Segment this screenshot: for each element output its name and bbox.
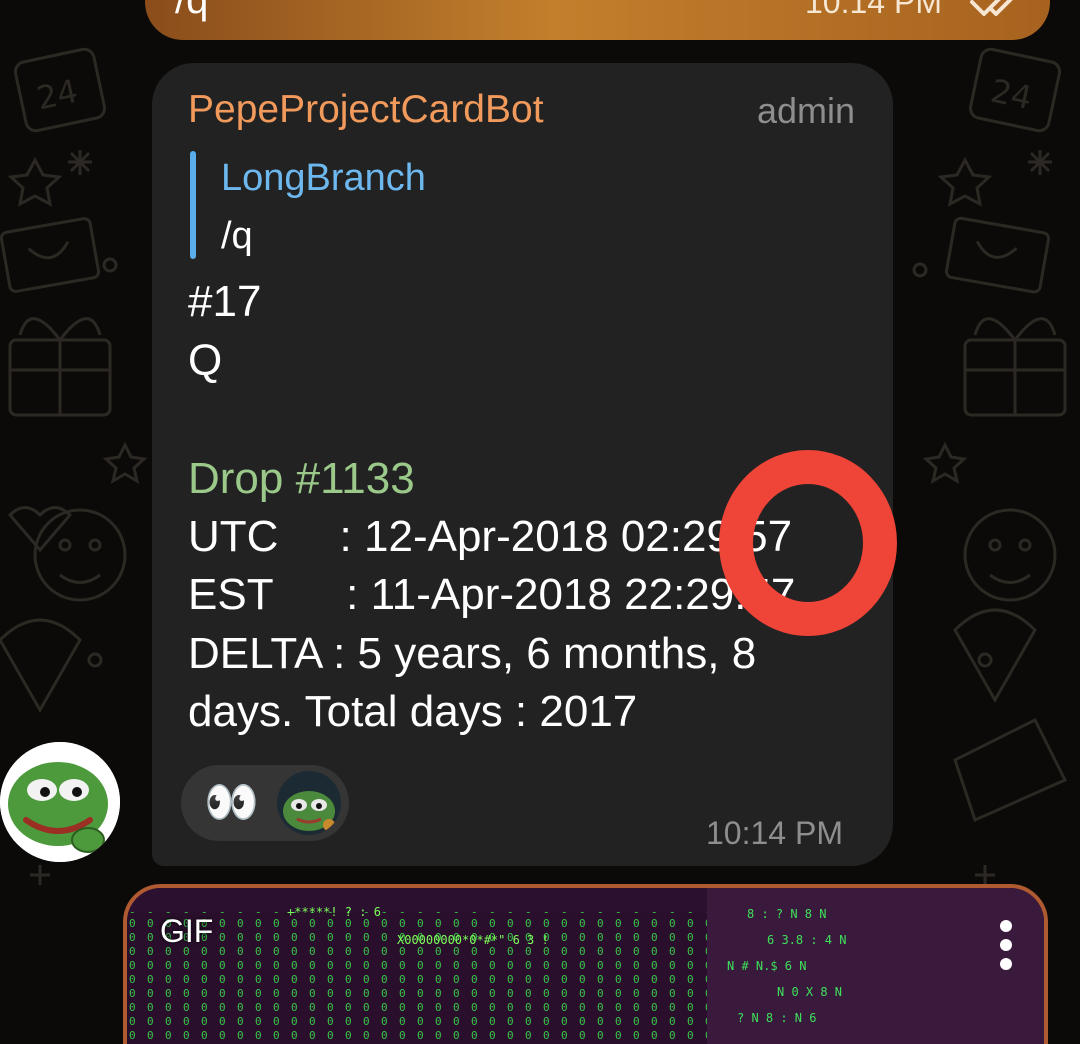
message-line-q: Q — [188, 336, 223, 385]
message-line-number: #17 — [188, 277, 262, 326]
message-line-utc: UTC : 12-Apr-2018 02:29:57 — [188, 512, 793, 561]
svg-text:X00000000*0*#*" 6 3 !: X00000000*0*#*" 6 3 ! — [397, 933, 549, 947]
drop-heading: Drop #1133 — [188, 454, 415, 503]
message-line-est: EST : 11-Apr-2018 22:29:57 — [188, 570, 796, 619]
svg-text:N 0 X 8 N: N 0 X 8 N — [777, 985, 842, 999]
svg-text:8 : ? N 8 N: 8 : ? N 8 N — [747, 907, 826, 921]
gif-message[interactable]: 0 8 : ? N 8 N 6 3.8 : 4 N N # N.$ 6 N N … — [123, 884, 1048, 1044]
reply-author[interactable]: LongBranch — [221, 157, 426, 200]
reply-quote-bar — [190, 151, 196, 259]
eyes-reaction-icon: 👀 — [204, 778, 259, 827]
reply-text[interactable]: /q — [221, 215, 253, 258]
message-line-delta: DELTA : 5 years, 6 months, 8 — [188, 629, 757, 678]
message-line-total-days: days. Total days : 2017 — [188, 687, 638, 736]
gif-badge: GIF — [160, 913, 214, 949]
sender-role-badge: admin — [757, 90, 856, 131]
outgoing-message-time: 10:14 PM — [805, 0, 942, 20]
svg-text:+*****! ? : 6: +*****! ? : 6 — [287, 905, 381, 919]
svg-text:6 3.8 : 4 N: 6 3.8 : 4 N — [767, 933, 846, 947]
outgoing-message-text: /q — [175, 0, 209, 22]
annotation-circle — [719, 450, 897, 636]
reactor-avatar — [277, 771, 341, 835]
incoming-message-time: 10:14 PM — [706, 815, 843, 851]
sender-name[interactable]: PepeProjectCardBot — [188, 88, 544, 132]
more-options-icon[interactable] — [996, 918, 1016, 972]
double-check-icon — [970, 0, 1013, 16]
sender-avatar[interactable] — [0, 742, 120, 862]
svg-text:24: 24 — [988, 72, 1036, 118]
svg-text:N # N.$ 6 N: N # N.$ 6 N — [727, 959, 806, 973]
svg-text:? N 8 : N 6: ? N 8 : N 6 — [737, 1011, 816, 1025]
svg-text:24: 24 — [33, 72, 81, 118]
